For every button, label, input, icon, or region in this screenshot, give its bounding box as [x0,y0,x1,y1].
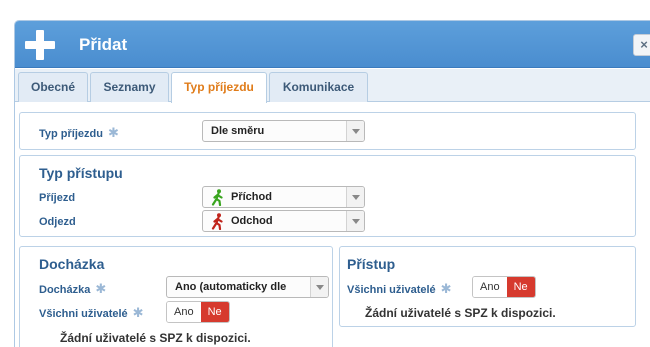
access-all-users-label: Všichni uživatelé ✱ [347,281,452,296]
arrival-type-label: Typ příjezdu ✱ [39,125,119,140]
access-type-title: Typ přístupu [39,165,123,181]
toggle-no-option[interactable]: Ne [506,277,535,297]
chevron-down-icon [346,211,364,231]
required-asterisk-icon: ✱ [440,281,452,296]
access-all-users-toggle[interactable]: Ano Ne [472,276,536,298]
required-asterisk-icon: ✱ [95,281,107,296]
chevron-down-icon [346,121,364,141]
arrival-label: Příjezd [39,192,76,204]
attendance-note: Žádní uživatelé s SPZ k dispozici. [60,331,251,345]
close-button[interactable]: × [633,34,650,56]
required-asterisk-icon: ✱ [107,125,119,140]
departure-select[interactable]: Odchod [202,210,365,232]
toggle-no-option[interactable]: Ne [200,302,229,322]
plus-icon [25,30,55,60]
tab-typ-prijezdu[interactable]: Typ příjezdu [171,72,267,103]
tab-seznamy[interactable]: Seznamy [90,72,169,102]
departure-value: Odchod [231,215,273,227]
walk-out-icon [211,213,223,230]
walk-in-icon [211,189,223,206]
dialog-titlebar: Přidat × [15,21,650,68]
access-panel: Přístup Všichni uživatelé ✱ Ano Ne Žádní … [339,246,636,327]
toggle-yes-option[interactable]: Ano [473,277,507,297]
attendance-panel: Docházka Docházka ✱ Ano (automaticky dle … [19,246,333,347]
access-title: Přístup [347,256,396,272]
departure-label: Odjezd [39,216,76,228]
tab-obecne[interactable]: Obecné [18,72,88,102]
arrival-type-value: Dle směru [211,125,265,137]
dialog-title: Přidat [79,35,128,54]
arrival-select[interactable]: Příchod [202,186,365,208]
attendance-select[interactable]: Ano (automaticky dle [166,276,329,298]
chevron-down-icon [310,277,328,297]
arrival-type-select[interactable]: Dle směru [202,120,365,142]
required-asterisk-icon: ✱ [132,305,144,320]
attendance-value: Ano (automaticky dle [175,281,287,293]
access-note: Žádní uživatelé s SPZ k dispozici. [365,306,556,320]
attendance-label: Docházka ✱ [39,281,107,296]
tab-strip: Obecné Seznamy Typ příjezdu Komunikace [15,69,650,103]
chevron-down-icon [346,187,364,207]
attendance-title: Docházka [39,256,105,272]
toggle-yes-option[interactable]: Ano [167,302,201,322]
arrival-type-panel: Typ příjezdu ✱ Dle směru [19,112,636,150]
add-dialog: Přidat × Obecné Seznamy Typ příjezdu Kom… [14,20,650,347]
arrival-value: Příchod [231,191,272,203]
attendance-all-users-toggle[interactable]: Ano Ne [166,301,230,323]
access-type-panel: Typ přístupu Příjezd Příchod Odjezd Odch… [19,155,636,237]
tab-komunikace[interactable]: Komunikace [269,72,368,102]
attendance-all-users-label: Všichni uživatelé ✱ [39,305,144,320]
